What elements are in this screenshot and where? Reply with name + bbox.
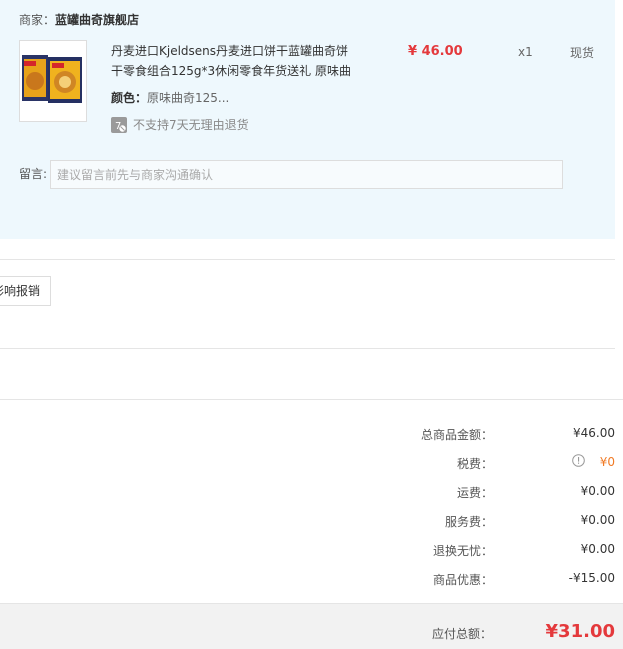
summary-row-shipping: 运费： ¥0.00 [0, 484, 615, 504]
divider [0, 348, 615, 349]
spec-value: 原味曲奇125... [147, 91, 230, 105]
summary-value: ¥0 [599, 455, 615, 469]
order-item-panel: 商家：蓝罐曲奇旗舰店 丹麦进口Kjeldsens丹麦进口饼干蓝罐曲奇饼干零食组合… [0, 0, 615, 239]
summary-value: ¥46.00 [573, 426, 615, 440]
summary-value: ¥0.00 [580, 484, 615, 498]
divider [0, 259, 615, 260]
summary-row-tax: 税费： ¥0 [0, 454, 615, 475]
total-value: ¥31.00 [545, 621, 615, 642]
no-return-notice: 7 不支持7天无理由退货 [111, 116, 249, 133]
summary-row-discount: 商品优惠： -¥15.00 [0, 571, 615, 591]
shop-line: 商家：蓝罐曲奇旗舰店 [19, 11, 139, 28]
summary-row-service-fee: 服务费： ¥0.00 [0, 513, 615, 533]
no-return-text: 不支持7天无理由退货 [133, 118, 249, 132]
summary-value: -¥15.00 [568, 571, 615, 585]
summary-value: ¥0.00 [580, 542, 615, 556]
summary-label: 商品优惠： [432, 573, 493, 587]
summary-label: 退换无忧： [432, 544, 493, 558]
summary-row-goods-total: 总商品金额： ¥46.00 [0, 426, 615, 446]
invoice-button-label: 影响报销 [0, 284, 41, 298]
divider [0, 399, 623, 400]
total-bar: 应付总额： ¥31.00 [0, 603, 623, 649]
summary-row-return-protection: 退换无忧： ¥0.00 [0, 542, 615, 562]
no-7-day-return-icon: 7 [111, 116, 127, 133]
product-price: ¥ 46.00 [408, 44, 463, 59]
product-image[interactable] [19, 40, 87, 122]
info-circle-icon[interactable] [572, 454, 585, 467]
stock-status: 现货 [570, 46, 595, 60]
total-label: 应付总额： [431, 627, 492, 641]
summary-label: 运费： [456, 486, 493, 500]
shop-name[interactable]: 蓝罐曲奇旗舰店 [55, 13, 139, 27]
product-spec: 颜色：原味曲奇125... [111, 89, 229, 106]
summary-label: 税费： [456, 457, 493, 471]
product-title[interactable]: 丹麦进口Kjeldsens丹麦进口饼干蓝罐曲奇饼干零食组合125g*3休闲零食年… [111, 41, 356, 81]
memo-label: 留言: [19, 167, 48, 181]
product-quantity: x1 [518, 45, 533, 59]
summary-value: ¥0.00 [580, 513, 615, 527]
invoice-button[interactable]: 影响报销 [0, 276, 52, 306]
summary-label: 总商品金额： [420, 428, 493, 442]
summary-label: 服务费： [444, 515, 493, 529]
shop-label: 商家： [19, 13, 56, 27]
cookie-tin-product-image [22, 55, 82, 103]
memo-input[interactable] [50, 160, 563, 189]
spec-key: 颜色： [111, 91, 148, 105]
